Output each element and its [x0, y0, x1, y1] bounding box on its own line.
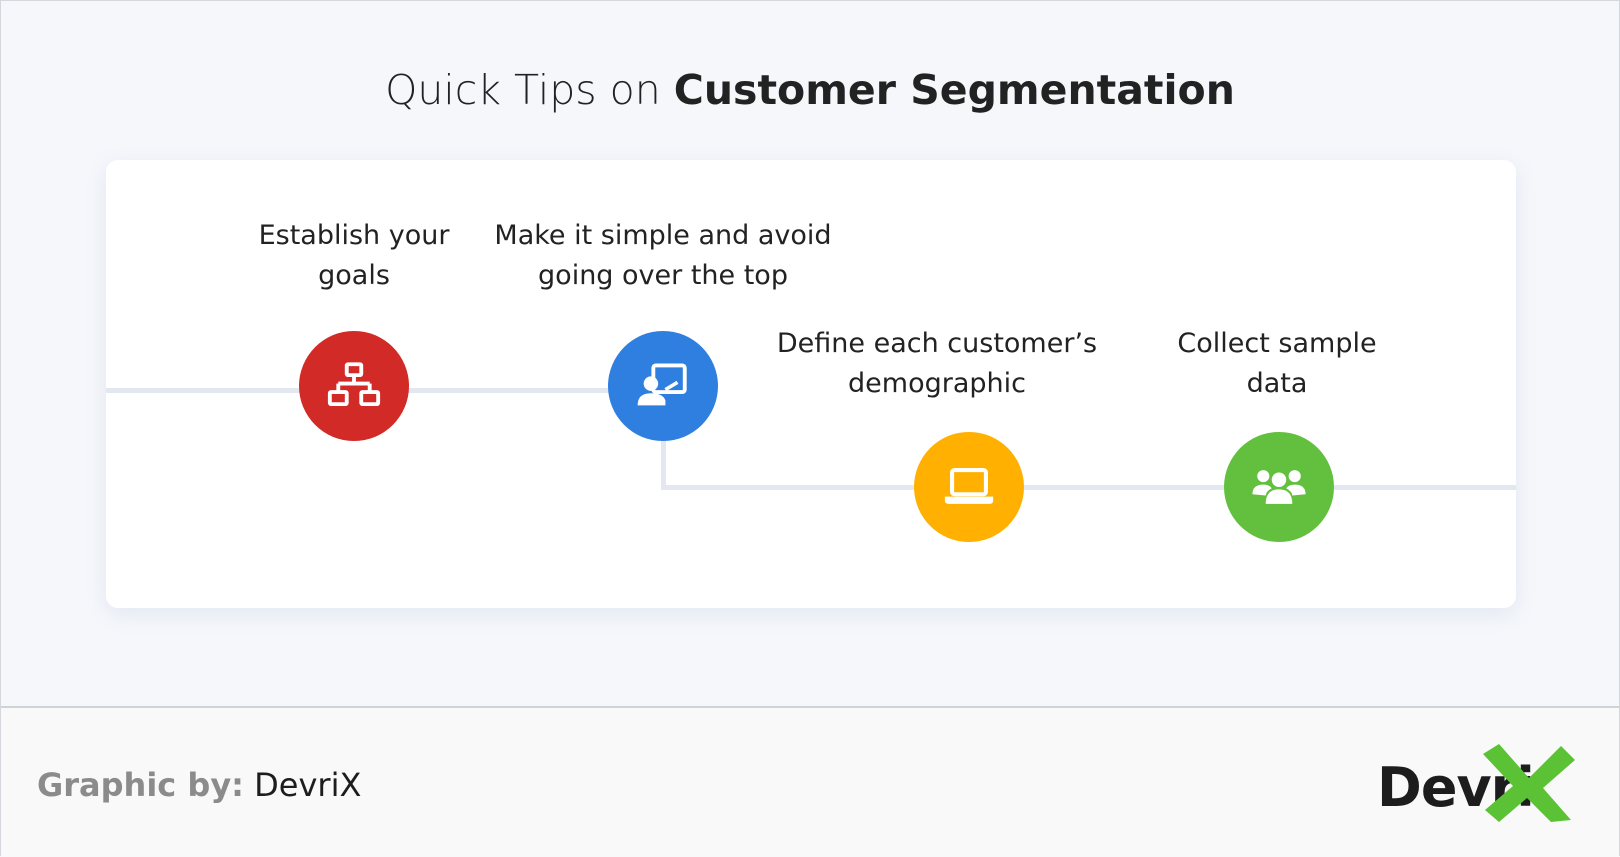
title-bold: Customer Segmentation [673, 66, 1235, 114]
page-title: Quick Tips on Customer Segmentation [0, 66, 1620, 114]
footer: Graphic by: DevriX Devri [1, 706, 1619, 857]
step-2-circle [608, 331, 718, 441]
laptop-icon [944, 468, 994, 504]
title-light: Quick Tips on [385, 66, 661, 114]
step-4-label-line1: Collect sample [1177, 328, 1377, 359]
timeline-card: Establish your goals Make it simple and … [106, 160, 1516, 608]
step-3-label-line2: demographic [848, 368, 1026, 399]
step-2-label-line2: going over the top [538, 260, 788, 291]
devrix-logo: Devri [1377, 740, 1587, 830]
step-4-label-line2: data [1246, 368, 1308, 399]
step-3-label: Define each customer’s demographic [767, 324, 1107, 404]
sitemap-icon [327, 362, 381, 407]
step-2-label-line1: Make it simple and avoid [494, 220, 832, 251]
users-icon [1252, 470, 1306, 504]
presenter-icon [637, 363, 687, 406]
credit-value: DevriX [254, 766, 362, 804]
graphic-credit: Graphic by: DevriX [37, 766, 361, 804]
step-3-circle [914, 432, 1024, 542]
step-3-label-line1: Define each customer’s [776, 328, 1098, 359]
step-1-circle [299, 331, 409, 441]
connector-line-right [661, 485, 1516, 490]
step-1-label-line2: goals [318, 260, 390, 291]
step-1-label-line1: Establish your [258, 220, 450, 251]
credit-key: Graphic by: [37, 766, 244, 804]
x-mark-icon [1483, 744, 1575, 822]
step-1-label: Establish your goals [184, 216, 524, 296]
step-4-circle [1224, 432, 1334, 542]
step-4-label: Collect sample data [1107, 324, 1447, 404]
step-2-label: Make it simple and avoid going over the … [493, 216, 833, 296]
